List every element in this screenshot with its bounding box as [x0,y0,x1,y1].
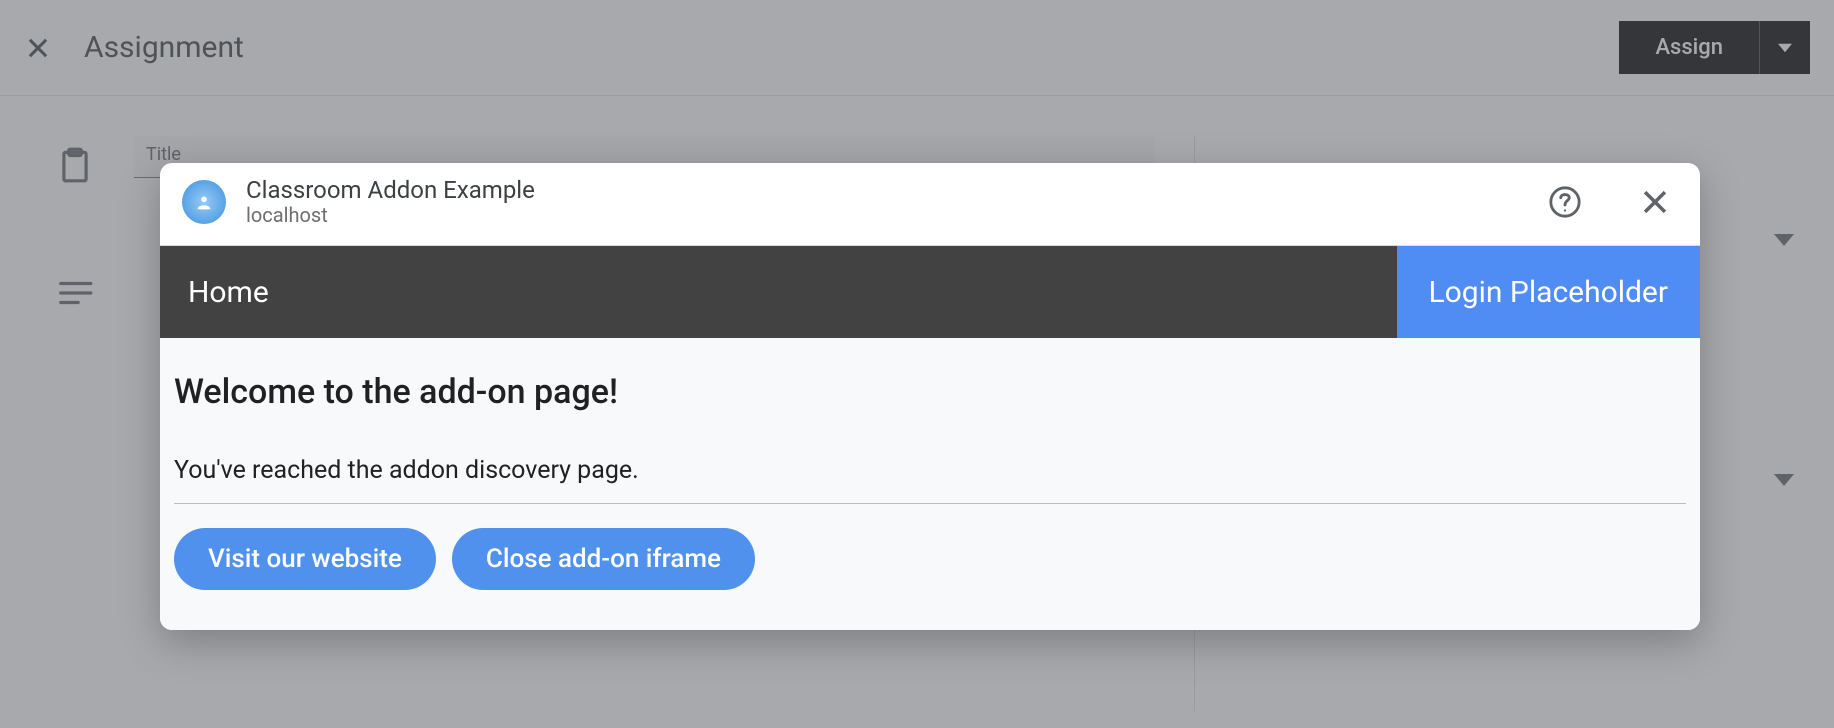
addon-iframe-body: Home Login Placeholder Welcome to the ad… [160,246,1700,630]
addon-logo-icon [182,180,226,224]
welcome-heading: Welcome to the add-on page! [174,372,1686,412]
visit-website-button[interactable]: Visit our website [174,528,436,590]
modal-header-left: Classroom Addon Example localhost [182,177,535,227]
modal-host: localhost [246,203,535,227]
nav-home-link[interactable]: Home [160,246,1397,338]
modal-title: Classroom Addon Example [246,177,535,203]
button-row: Visit our website Close add-on iframe [174,528,1686,590]
modal-header-right [1548,185,1672,219]
addon-navbar: Home Login Placeholder [160,246,1700,338]
addon-modal: Classroom Addon Example localhost Home L… [160,163,1700,630]
close-iframe-button[interactable]: Close add-on iframe [452,528,755,590]
modal-header: Classroom Addon Example localhost [160,163,1700,246]
nav-login-link[interactable]: Login Placeholder [1397,246,1701,338]
addon-content: Welcome to the add-on page! You've reach… [164,338,1696,630]
help-icon[interactable] [1548,185,1582,219]
close-icon[interactable] [1638,185,1672,219]
welcome-text: You've reached the addon discovery page. [174,456,1686,504]
